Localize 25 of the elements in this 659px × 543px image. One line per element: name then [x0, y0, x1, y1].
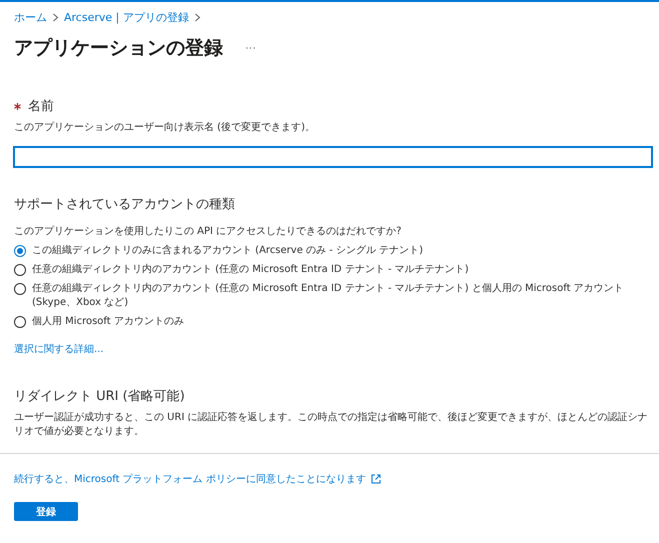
- field-description: このアプリケーションのユーザー向け表示名 (後で変更できます)。: [14, 121, 316, 135]
- breadcrumb-link[interactable]: ホーム: [14, 10, 47, 25]
- radio-button[interactable]: [14, 283, 26, 295]
- section-description: ユーザー認証が成功すると、この URI に認証応答を返します。この時点での指定は省略可能で、後ほど変更できますが、ほとんどの認証シナリオで値が必要となります。: [14, 411, 649, 439]
- question-text: このアプリケーションを使用したりこの API にアクセスしたりできるのはだれですか?: [14, 225, 402, 239]
- option-label: 任意の組織ディレクトリ内のアカウント (任意の Microsoft Entra ID テナント - マルチテナント): [32, 263, 469, 277]
- chevron-icon: [194, 13, 201, 22]
- radio-button[interactable]: [14, 316, 26, 328]
- option-label: この組織ディレクトリのみに含まれるアカウント (Arcserve のみ - シングル テナント): [32, 244, 424, 258]
- radio-button[interactable]: [14, 264, 26, 276]
- radio-button[interactable]: [14, 245, 26, 257]
- details-link[interactable]: 選択に関する詳細...: [14, 344, 104, 355]
- section-heading: リダイレクト URI (省略可能): [14, 388, 186, 405]
- register-button[interactable]: 登録: [14, 502, 78, 521]
- external-link-icon: [370, 474, 381, 484]
- breadcrumb-link[interactable]: Arcserve | アプリの登録: [64, 10, 189, 25]
- section-heading: サポートされているアカウントの種類: [14, 196, 236, 213]
- policy-link[interactable]: 続行すると、Microsoft プラットフォーム ポリシーに同意したことになります: [14, 472, 366, 486]
- option-label: 個人用 Microsoft アカウントのみ: [32, 315, 184, 329]
- option-label: 任意の組織ディレクトリ内のアカウント (任意の Microsoft Entra ID テナント - マルチテナント) と個人用の Microsoft アカウント (Skype、Xbox など): [32, 282, 625, 310]
- field-label: 名前: [28, 98, 54, 115]
- name-input-field[interactable]: [14, 147, 652, 167]
- chevron-icon: [52, 13, 59, 22]
- more-button[interactable]: ···: [243, 42, 258, 54]
- page-title: アプリケーションの登録: [14, 36, 223, 61]
